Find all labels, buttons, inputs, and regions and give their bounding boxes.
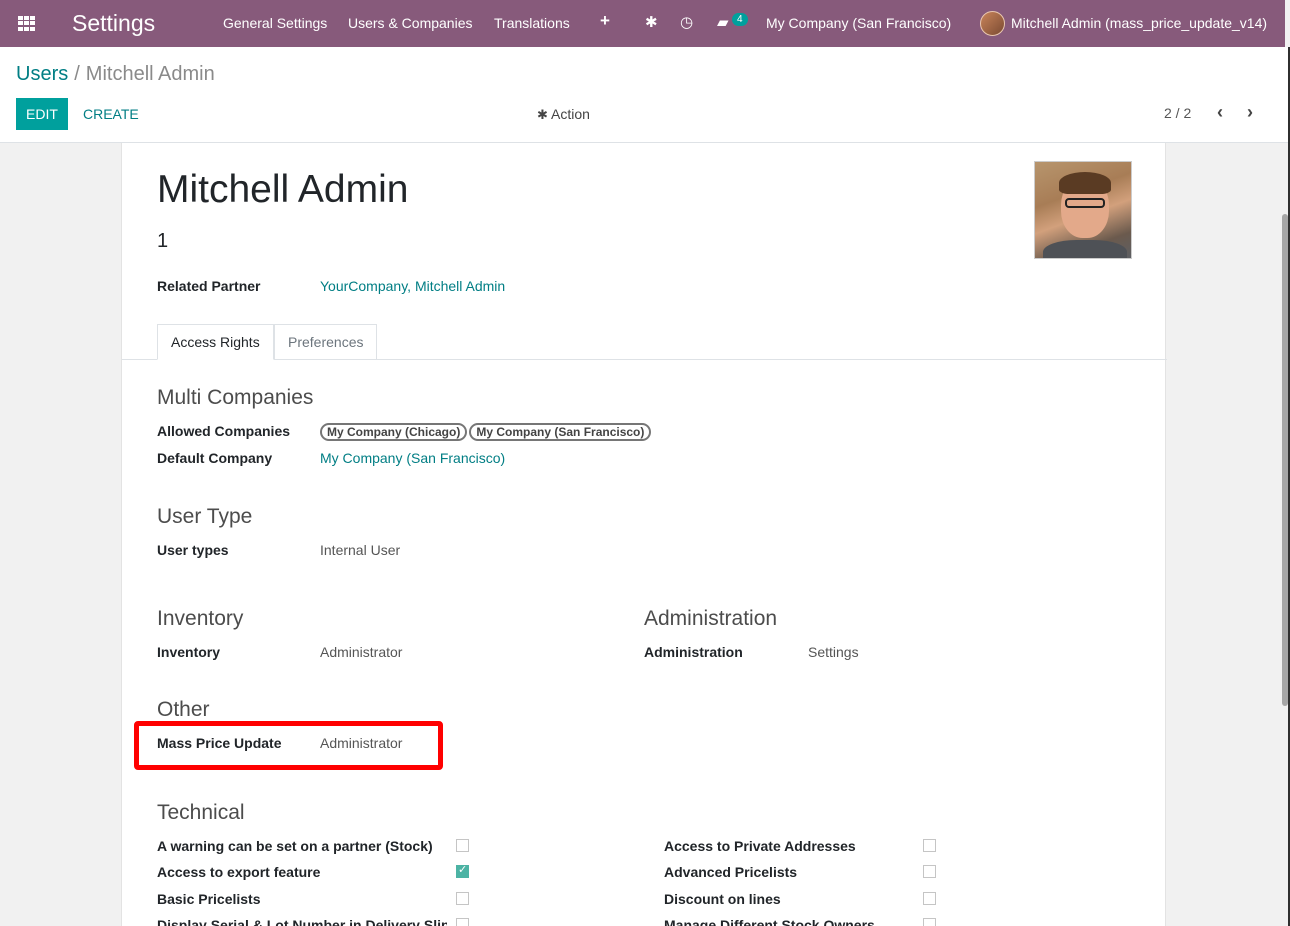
section-technical: Technical [157,801,245,824]
gear-icon: ✱ [537,107,548,122]
form-sheet: Mitchell Admin 1 Related Partner YourCom… [121,143,1167,926]
technical-left-label: Access to export feature [157,864,321,880]
breadcrumb: Users / Mitchell Admin [16,63,215,86]
app-title: Settings [72,10,156,36]
bug-icon[interactable]: ✱ [645,13,658,31]
breadcrumb-current: Mitchell Admin [85,63,215,85]
chat-icon[interactable]: ▰ [717,13,729,31]
user-types-value[interactable]: Internal User [320,542,400,558]
administration-label: Administration [644,644,743,660]
user-photo [1034,161,1132,259]
action-menu[interactable]: ✱ Action [537,106,590,123]
section-other: Other [157,698,210,721]
inventory-value[interactable]: Administrator [320,644,402,660]
menu-translations[interactable]: Translations [494,15,570,31]
related-partner-link[interactable]: YourCompany, Mitchell Admin [320,278,505,294]
top-navbar: Settings General Settings Users & Compan… [0,0,1285,47]
allowed-companies-label: Allowed Companies [157,423,291,439]
administration-value[interactable]: Settings [808,644,859,660]
technical-left-label: Basic Pricelists [157,891,261,907]
pager-previous-icon[interactable]: ‹ [1217,102,1223,123]
section-inventory: Inventory [157,607,244,630]
section-administration: Administration [644,607,778,630]
company-tag[interactable]: My Company (Chicago) [320,423,468,441]
user-avatar[interactable] [980,11,1005,36]
scrollbar[interactable] [1282,214,1288,706]
apps-menu-icon[interactable] [18,16,35,31]
action-label: Action [551,106,590,122]
highlight-box [134,721,443,770]
tab-access-rights[interactable]: Access Rights [157,324,274,360]
technical-right-label: Manage Different Stock Owners [664,917,875,926]
pager-value[interactable]: 2 / 2 [1164,105,1191,121]
technical-checkbox[interactable] [923,865,936,878]
allowed-companies-tags[interactable]: My Company (Chicago) My Company (San Fran… [320,423,653,441]
section-user-type: User Type [157,505,253,528]
user-login: 1 [157,230,169,252]
pager-next-icon[interactable]: › [1247,102,1253,123]
section-multi-companies: Multi Companies [157,386,314,409]
clock-icon[interactable]: ◷ [680,13,693,31]
edit-button[interactable]: EDIT [16,98,68,130]
technical-checkbox[interactable] [456,839,469,852]
technical-checkbox[interactable] [923,892,936,905]
default-company-link[interactable]: My Company (San Francisco) [320,450,505,466]
user-menu[interactable]: Mitchell Admin (mass_price_update_v14) [1011,15,1267,31]
technical-right-label: Access to Private Addresses [664,838,856,854]
technical-checkbox[interactable] [456,863,469,878]
technical-checkbox[interactable] [456,892,469,905]
user-name: Mitchell Admin [157,168,409,211]
form-tabs: Access Rights Preferences [122,324,1167,360]
technical-checkbox[interactable] [923,839,936,852]
technical-checkbox[interactable] [923,918,936,926]
control-panel: Users / Mitchell Admin EDIT CREATE ✱ Actio… [0,47,1288,143]
menu-users-companies[interactable]: Users & Companies [348,15,473,31]
company-switcher[interactable]: My Company (San Francisco) [766,15,951,31]
company-tag[interactable]: My Company (San Francisco) [469,423,652,441]
breadcrumb-users-link[interactable]: Users [16,63,68,85]
user-types-label: User types [157,542,229,558]
message-count-badge: 4 [732,13,748,26]
create-button[interactable]: CREATE [83,106,139,122]
default-company-label: Default Company [157,450,273,466]
related-partner-label: Related Partner [157,278,261,294]
inventory-label: Inventory [157,644,221,660]
technical-right-label: Advanced Pricelists [664,864,798,880]
menu-general-settings[interactable]: General Settings [223,15,327,31]
breadcrumb-separator: / [74,63,80,85]
tab-preferences[interactable]: Preferences [274,324,378,360]
technical-checkbox[interactable] [456,918,469,926]
technical-left-label: A warning can be set on a partner (Stock… [157,838,433,854]
plus-icon[interactable]: + [600,11,610,31]
technical-left-label: Display Serial & Lot Number in Delivery … [157,917,447,926]
technical-right-label: Discount on lines [664,891,781,907]
